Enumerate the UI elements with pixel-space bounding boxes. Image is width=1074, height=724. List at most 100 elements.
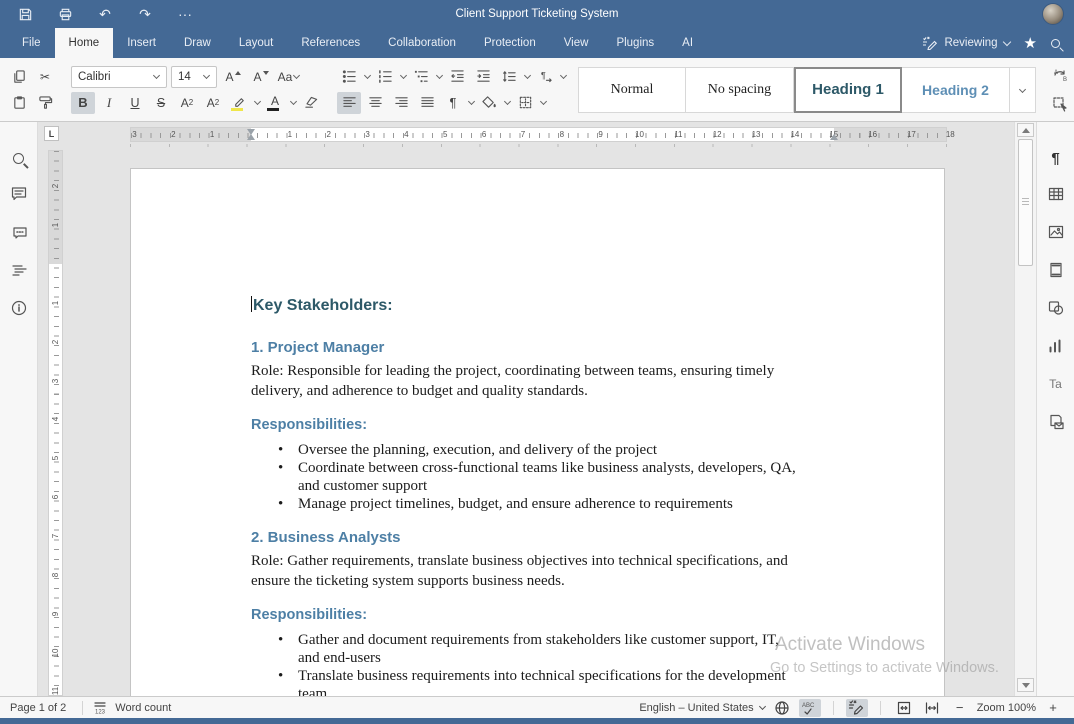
set-language-globe-icon[interactable] (771, 699, 793, 717)
tab-collaboration[interactable]: Collaboration (374, 28, 470, 58)
format-painter-icon[interactable] (33, 92, 57, 114)
copy-icon[interactable] (7, 66, 31, 88)
cut-icon[interactable]: ✂ (33, 66, 57, 88)
header-footer-settings-icon[interactable] (1044, 258, 1068, 282)
tab-stop-selector[interactable]: L (44, 126, 59, 141)
reviewing-mode-button[interactable]: Reviewing (922, 36, 1009, 50)
hanging-indent-marker[interactable] (247, 134, 255, 140)
font-size-select[interactable]: 14 (171, 66, 217, 88)
vertical-scrollbar[interactable] (1014, 122, 1036, 696)
language-selector[interactable]: English – United States (639, 702, 764, 714)
increase-indent-icon[interactable] (471, 66, 495, 88)
borders-icon[interactable] (513, 92, 537, 114)
numbering-icon[interactable] (373, 66, 397, 88)
table-settings-icon[interactable] (1044, 182, 1068, 206)
more-icon[interactable]: ··· (176, 5, 194, 23)
tab-view[interactable]: View (550, 28, 603, 58)
align-left-icon[interactable] (337, 92, 361, 114)
save-icon[interactable] (16, 5, 34, 23)
fit-page-icon[interactable] (893, 699, 915, 717)
fit-width-icon[interactable] (921, 699, 943, 717)
font-color-icon[interactable]: A (263, 92, 287, 114)
paragraph-settings-icon[interactable]: ¶ (1044, 146, 1068, 170)
styles-gallery-expand[interactable] (1010, 67, 1036, 113)
undo-icon[interactable]: ↶ (96, 5, 114, 23)
tab-draw[interactable]: Draw (170, 28, 225, 58)
document-content[interactable]: Key Stakeholders: 1. Project Manager Rol… (251, 169, 835, 696)
style-heading2[interactable]: Heading 2 (902, 67, 1010, 113)
chart-settings-icon[interactable] (1044, 334, 1068, 358)
chevron-down-icon[interactable] (254, 98, 261, 105)
tab-ai[interactable]: AI (668, 28, 707, 58)
tab-references[interactable]: References (287, 28, 374, 58)
align-center-icon[interactable] (363, 92, 387, 114)
comments-icon[interactable] (7, 182, 31, 206)
clear-style-icon[interactable] (299, 92, 323, 114)
spell-check-icon[interactable]: ABC (799, 699, 821, 717)
search-icon[interactable] (1051, 39, 1060, 48)
zoom-in-button[interactable]: + (1042, 699, 1064, 717)
line-spacing-icon[interactable] (497, 66, 521, 88)
word-count-label[interactable]: Word count (111, 702, 171, 714)
text-art-settings-icon[interactable]: Ta (1044, 372, 1068, 396)
user-avatar[interactable] (1042, 3, 1064, 25)
navigation-icon[interactable] (7, 258, 31, 282)
decrease-indent-icon[interactable] (445, 66, 469, 88)
style-no-spacing[interactable]: No spacing (686, 67, 794, 113)
change-case-icon[interactable]: Aa (277, 66, 301, 88)
horizontal-ruler[interactable]: 123123456789101112131415161718 (130, 127, 947, 142)
nonprinting-chars-icon[interactable]: ¶ (441, 92, 465, 114)
right-indent-marker[interactable] (830, 134, 838, 140)
tab-layout[interactable]: Layout (225, 28, 288, 58)
document-page[interactable]: Key Stakeholders: 1. Project Manager Rol… (130, 168, 945, 696)
underline-button[interactable]: U (123, 92, 147, 114)
superscript-button[interactable]: A2 (175, 92, 199, 114)
track-changes-icon[interactable] (846, 699, 868, 717)
favorite-star-icon[interactable]: ★ (1024, 34, 1037, 52)
shape-settings-icon[interactable] (1044, 296, 1068, 320)
chat-icon[interactable] (7, 220, 31, 244)
print-icon[interactable] (56, 5, 74, 23)
select-all-icon[interactable] (1048, 93, 1072, 115)
align-right-icon[interactable] (389, 92, 413, 114)
tab-insert[interactable]: Insert (113, 28, 170, 58)
zoom-out-button[interactable]: − (949, 699, 971, 717)
shading-icon[interactable] (477, 92, 501, 114)
ruler-number: 2 (51, 180, 60, 193)
ruler-number: 2 (51, 335, 60, 348)
strikethrough-button[interactable]: S (149, 92, 173, 114)
style-heading1[interactable]: Heading 1 (794, 67, 902, 113)
paragraph-direction-icon[interactable]: ¶ (533, 66, 557, 88)
chevron-down-icon[interactable] (290, 98, 297, 105)
subscript-button[interactable]: A2 (201, 92, 225, 114)
tab-file[interactable]: File (8, 28, 55, 58)
multilevel-list-icon[interactable] (409, 66, 433, 88)
scrollbar-thumb[interactable] (1018, 139, 1033, 266)
about-icon[interactable] (7, 296, 31, 320)
bold-button[interactable]: B (71, 92, 95, 114)
style-normal[interactable]: Normal (578, 67, 686, 113)
tab-plugins[interactable]: Plugins (602, 28, 668, 58)
highlight-color-icon[interactable] (227, 92, 251, 114)
zoom-level[interactable]: Zoom 100% (977, 702, 1036, 714)
increase-font-icon[interactable]: A (221, 66, 245, 88)
font-name-select[interactable]: Calibri (71, 66, 167, 88)
find-icon[interactable] (7, 146, 31, 170)
document-canvas[interactable]: L 123123456789101112131415161718 1212345… (38, 122, 1014, 696)
word-count-icon[interactable]: 123 (89, 699, 111, 717)
tab-protection[interactable]: Protection (470, 28, 550, 58)
redo-icon[interactable]: ↷ (136, 5, 154, 23)
replace-icon[interactable]: BA (1048, 65, 1072, 87)
page-indicator[interactable]: Page 1 of 2 (0, 702, 76, 714)
image-settings-icon[interactable] (1044, 220, 1068, 244)
justify-icon[interactable] (415, 92, 439, 114)
vertical-ruler[interactable]: 121234567891011 (48, 150, 63, 696)
tab-home[interactable]: Home (55, 28, 114, 58)
italic-button[interactable]: I (97, 92, 121, 114)
mail-merge-settings-icon[interactable] (1044, 410, 1068, 434)
decrease-font-icon[interactable]: A (249, 66, 273, 88)
scroll-up-button[interactable] (1017, 123, 1034, 137)
paste-icon[interactable] (7, 92, 31, 114)
bullets-icon[interactable] (337, 66, 361, 88)
scroll-down-button[interactable] (1017, 678, 1034, 692)
